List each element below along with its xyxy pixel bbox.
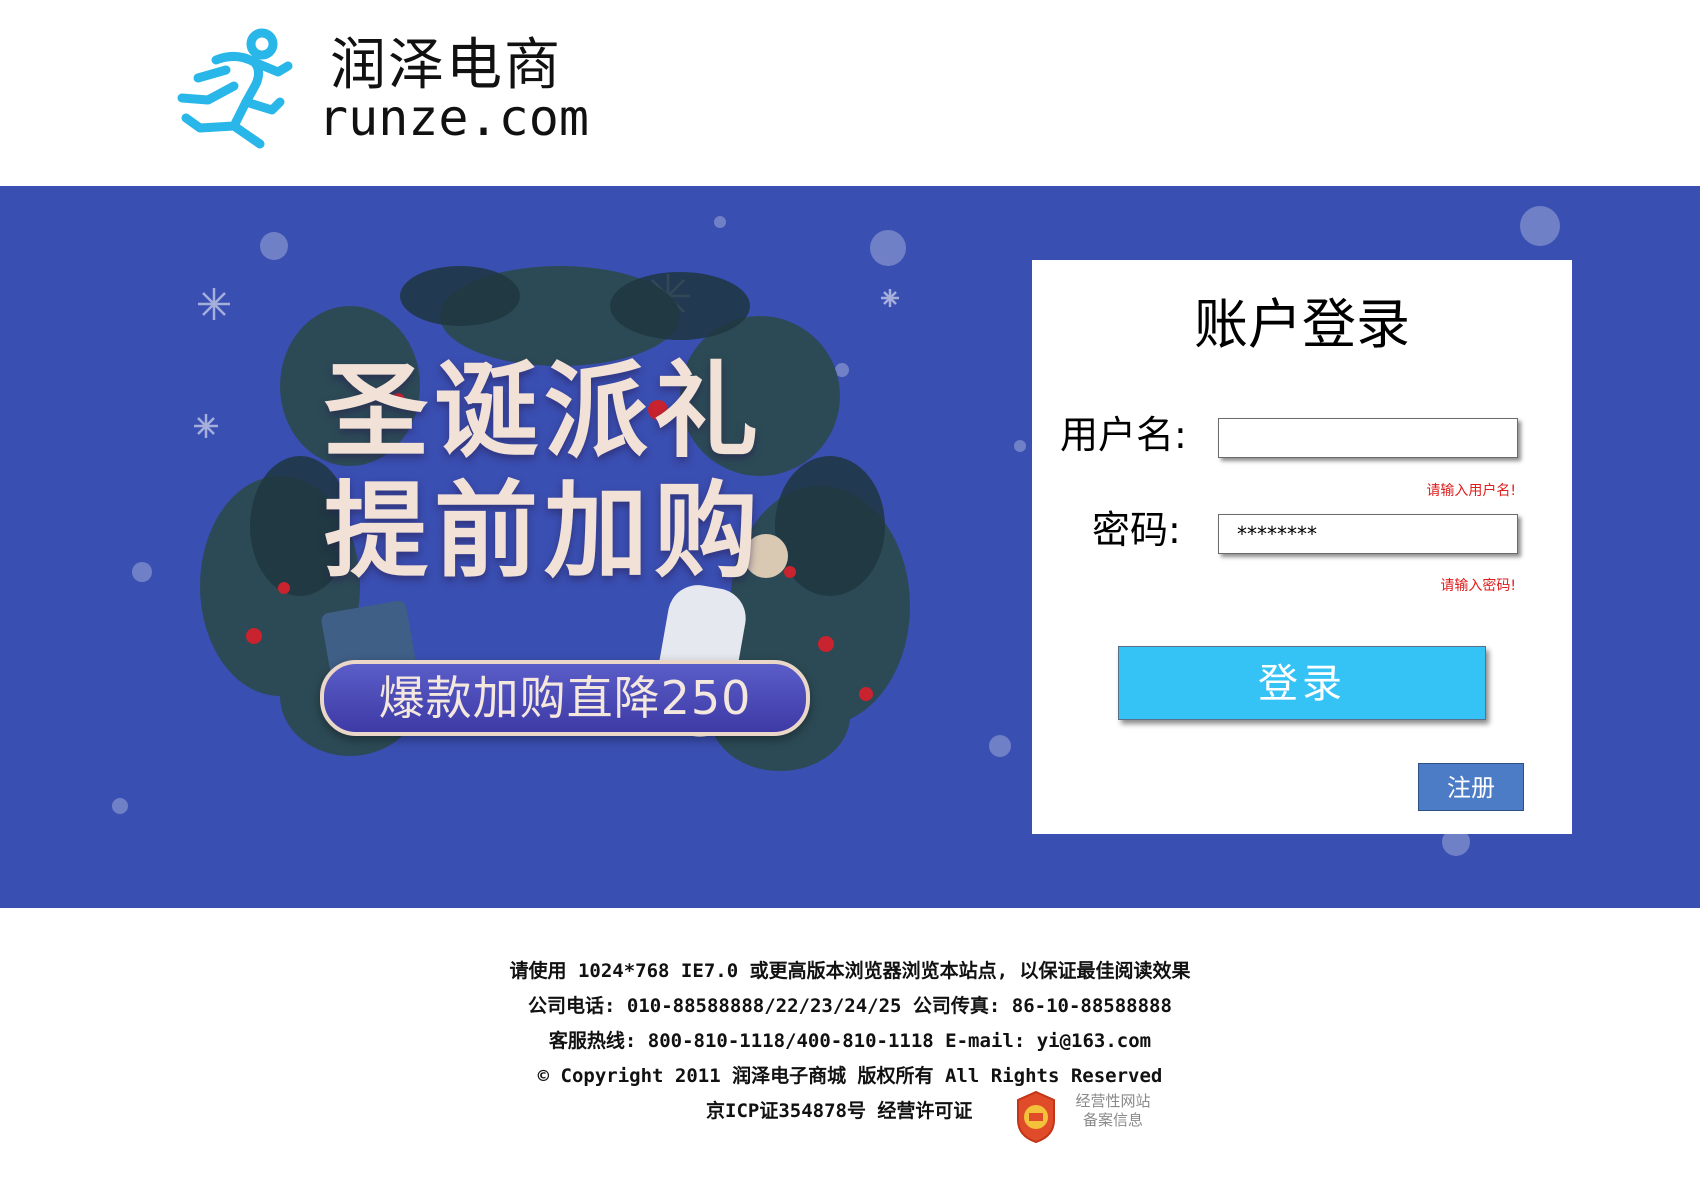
login-title: 账户登录 — [1194, 293, 1410, 356]
promo-tagline: 爆款加购直降250 — [378, 671, 752, 725]
website-filing-badge-icon[interactable] — [1014, 1090, 1058, 1144]
promo-tagline-pill: 爆款加购直降250 — [320, 660, 810, 736]
site-header: 润泽电商 runze.com — [0, 0, 1700, 186]
license-row: 京ICP证354878号 经营许可证 经营性网站 备案信息 — [0, 1090, 1700, 1158]
username-input[interactable] — [1218, 418, 1518, 458]
login-panel: 账户登录 用户名: 请输入用户名! 密码: 请输入密码! 登录 注册 — [1032, 260, 1572, 834]
promo-title-line2: 提前加购 — [324, 470, 765, 592]
promo-title-line1: 圣诞派礼 — [324, 350, 765, 472]
browser-notice: 请使用 1024*768 IE7.0 或更高版本浏览器浏览本站点, 以保证最佳阅… — [509, 960, 1191, 982]
site-footer: 请使用 1024*768 IE7.0 或更高版本浏览器浏览本站点, 以保证最佳阅… — [0, 908, 1700, 1200]
running-man-icon — [177, 28, 293, 149]
service-hotline: 客服热线: 800-810-1118/400-810-1118 E-mail: … — [548, 1030, 1152, 1052]
password-error-hint: 请输入密码! — [1440, 578, 1516, 594]
password-input[interactable] — [1218, 514, 1518, 554]
username-error-hint: 请输入用户名! — [1426, 483, 1516, 499]
company-contact: 公司电话: 010-88588888/22/23/24/25 公司传真: 86-… — [528, 995, 1172, 1017]
filing-badge-line2: 备案信息 — [1082, 1111, 1143, 1129]
christmas-promo[interactable]: 圣诞派礼 提前加购 爆款加购直降250 — [180, 226, 960, 786]
register-button[interactable]: 注册 — [1418, 763, 1524, 811]
password-label: 密码: — [1092, 508, 1181, 552]
filing-badge-line1: 经营性网站 — [1075, 1092, 1151, 1110]
username-label: 用户名: — [1060, 413, 1187, 457]
hero-banner: 圣诞派礼 提前加购 爆款加购直降250 账户登录 用户名: 请输入用户名! 密码… — [0, 186, 1700, 908]
login-button[interactable]: 登录 — [1118, 646, 1486, 720]
brand-domain: runze.com — [318, 89, 589, 147]
icp-license[interactable]: 京ICP证354878号 经营许可证 — [706, 1098, 972, 1124]
copyright-text: © Copyright 2011 润泽电子商城 版权所有 All Rights … — [537, 1065, 1163, 1087]
filing-badge-text[interactable]: 经营性网站 备案信息 — [1068, 1092, 1158, 1130]
